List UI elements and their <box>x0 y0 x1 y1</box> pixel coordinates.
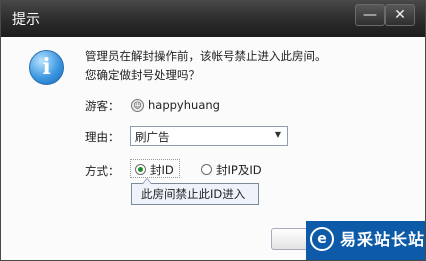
minimize-icon: — <box>363 7 377 23</box>
reason-selected-value: 刷广告 <box>135 130 170 144</box>
radio-selected-icon[interactable] <box>135 164 146 175</box>
title-bar[interactable]: 提示 — ✕ <box>1 1 425 37</box>
chevron-down-icon[interactable]: ▼ <box>275 130 281 139</box>
guest-user: ☺ happyhuang <box>131 98 220 112</box>
site-watermark: e 易采站长站 <box>306 221 426 260</box>
guest-label: 游客： <box>85 99 120 113</box>
watermark-logo: e <box>310 227 334 251</box>
guest-username: happyhuang <box>148 98 220 112</box>
message-text: 管理员在解封操作前，该帐号禁止进入此房间。 您确定做封号处理吗？ <box>85 47 327 85</box>
hint-tooltip: 此房间禁止此ID进入 <box>131 178 259 205</box>
message-line-2: 您确定做封号处理吗？ <box>85 68 200 82</box>
user-avatar-icon: ☺ <box>131 99 144 112</box>
reason-select[interactable]: 刷广告 ▼ <box>130 126 288 146</box>
message-line-1: 管理员在解封操作前，该帐号禁止进入此房间。 <box>85 49 327 63</box>
ban-confirm-dialog: 提示 — ✕ i 管理员在解封操作前，该帐号禁止进入此房间。 您确定做封号处理吗… <box>0 0 426 261</box>
info-icon: i <box>29 50 64 85</box>
tooltip-arrow <box>142 178 152 184</box>
window-title: 提示 <box>12 12 40 28</box>
radio-ban-id[interactable]: 封ID <box>135 162 174 178</box>
watermark-text: 易采站长站 <box>340 230 426 249</box>
close-button[interactable]: ✕ <box>385 4 415 26</box>
reason-label: 理由： <box>85 130 120 144</box>
radio-ban-ip-id-label[interactable]: 封IP及ID <box>216 163 262 177</box>
radio-ban-ip-and-id[interactable]: 封IP及ID <box>201 162 262 178</box>
radio-unselected-icon[interactable] <box>201 164 212 175</box>
method-label: 方式： <box>85 164 120 178</box>
close-icon: ✕ <box>394 7 406 23</box>
minimize-button[interactable]: — <box>355 4 385 26</box>
radio-ban-id-label[interactable]: 封ID <box>150 163 174 177</box>
tooltip-text: 此房间禁止此ID进入 <box>141 187 246 201</box>
